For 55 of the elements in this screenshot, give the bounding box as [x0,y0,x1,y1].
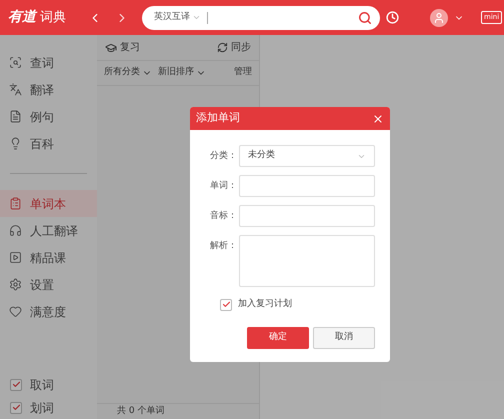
input-field[interactable] [239,205,375,227]
input-field[interactable] [239,175,375,197]
check-icon [12,403,20,412]
category-select[interactable]: 未分类 [239,145,375,167]
translate-icon [9,83,22,96]
manage-button[interactable]: 管理 [234,66,252,80]
sidebar-item[interactable]: 例句 [0,103,97,130]
sync-button[interactable]: 同步 [217,40,251,55]
clipboard-icon [9,197,22,210]
sidebar-item[interactable]: 人工翻译 [0,217,97,244]
field-label: 音标： [209,210,238,223]
lightbulb-icon [9,137,22,150]
confirm-button[interactable]: 确定 [247,326,309,348]
filter-dropdown[interactable]: 新旧排序 [158,66,206,80]
heart-icon [9,305,22,318]
sidebar-item[interactable]: 百科 [0,130,97,157]
headphones-icon [9,224,22,237]
word-count: 共 0 个单词 [117,407,164,416]
sidebar-item[interactable]: 翻译 [0,76,97,103]
settings-icon [9,278,22,291]
refresh-icon [217,42,228,53]
logo-title: 词典 [40,9,66,27]
field-label: 单词： [209,180,238,193]
sidebar-item[interactable]: 满意度 [0,298,97,325]
review-button[interactable]: 复习 [105,40,140,55]
toggle-label: 划词 [30,400,54,416]
play-icon [9,251,22,264]
field-label: 分类： [209,150,238,163]
cancel-button[interactable]: 取消 [313,326,375,348]
filter-dropdown[interactable]: 所有分类 [104,66,152,80]
search-field[interactable]: 英汉互译 [142,6,380,30]
history-icon[interactable] [386,11,399,24]
sidebar-item[interactable]: 查词 [0,49,97,76]
caret-icon [192,13,201,22]
search-icon [9,56,22,69]
logo-brand: 有道 [8,8,36,27]
definition-field[interactable] [239,235,375,287]
checkbox[interactable] [220,298,232,311]
graduation-cap-icon [105,42,117,54]
language-select[interactable]: 英汉互译 [154,10,201,24]
sidebar-item[interactable]: 单词本 [0,190,97,217]
sidebar-item[interactable]: 精品课 [0,244,97,271]
check-icon [12,380,20,389]
field-label: 解析： [209,240,238,253]
review-plan-label: 加入复习计划 [238,298,292,311]
sidebar-item[interactable]: 设置 [0,271,97,298]
dialog-title: 添加单词 [196,110,240,126]
document-icon [9,110,22,123]
checkbox[interactable] [10,402,22,414]
close-icon[interactable] [372,112,384,124]
toggle-label: 取词 [30,376,54,394]
checkbox[interactable] [10,378,22,390]
search-icon[interactable] [358,10,372,24]
avatar-icon[interactable] [430,8,448,26]
check-icon [222,300,230,310]
